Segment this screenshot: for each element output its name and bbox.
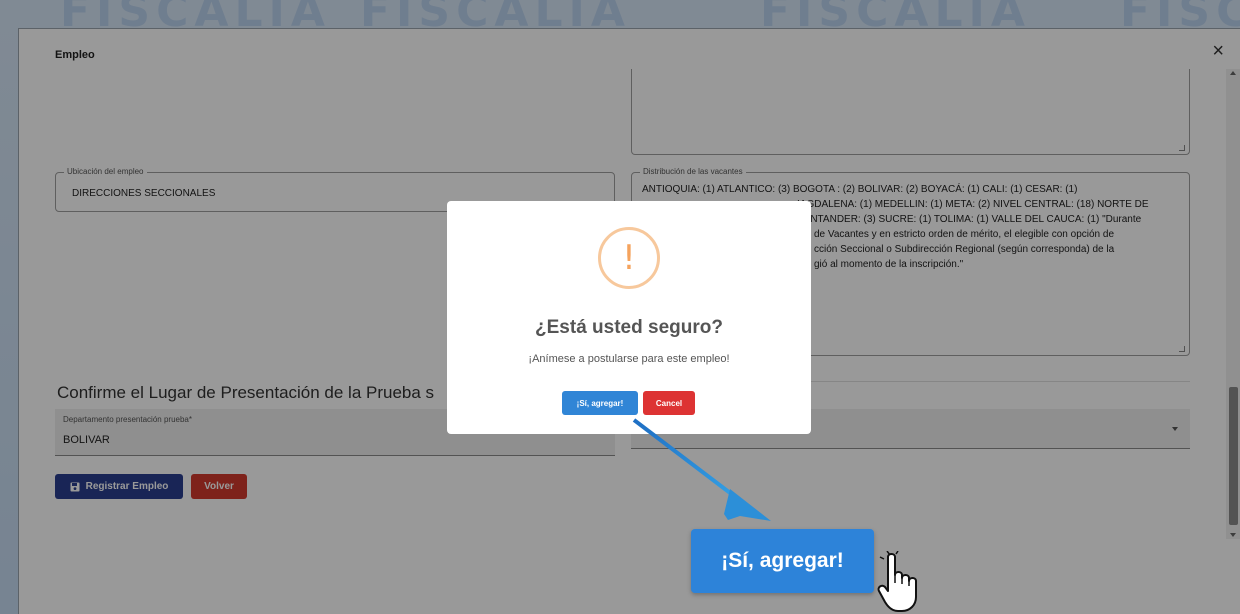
confirm-add-button[interactable]: ¡Sí, agregar! bbox=[562, 391, 638, 415]
cancel-button[interactable]: Cancel bbox=[643, 391, 695, 415]
warning-icon: ! bbox=[598, 227, 660, 289]
confirm-callout: ¡Sí, agregar! bbox=[691, 529, 874, 593]
confirm-dialog: ! ¿Está usted seguro? ¡Anímese a postula… bbox=[447, 201, 811, 434]
hand-pointer-icon bbox=[877, 551, 917, 612]
warning-mark: ! bbox=[622, 238, 636, 278]
dialog-title: ¿Está usted seguro? bbox=[535, 317, 723, 338]
dialog-text: ¡Anímese a postularse para este empleo! bbox=[528, 353, 730, 365]
